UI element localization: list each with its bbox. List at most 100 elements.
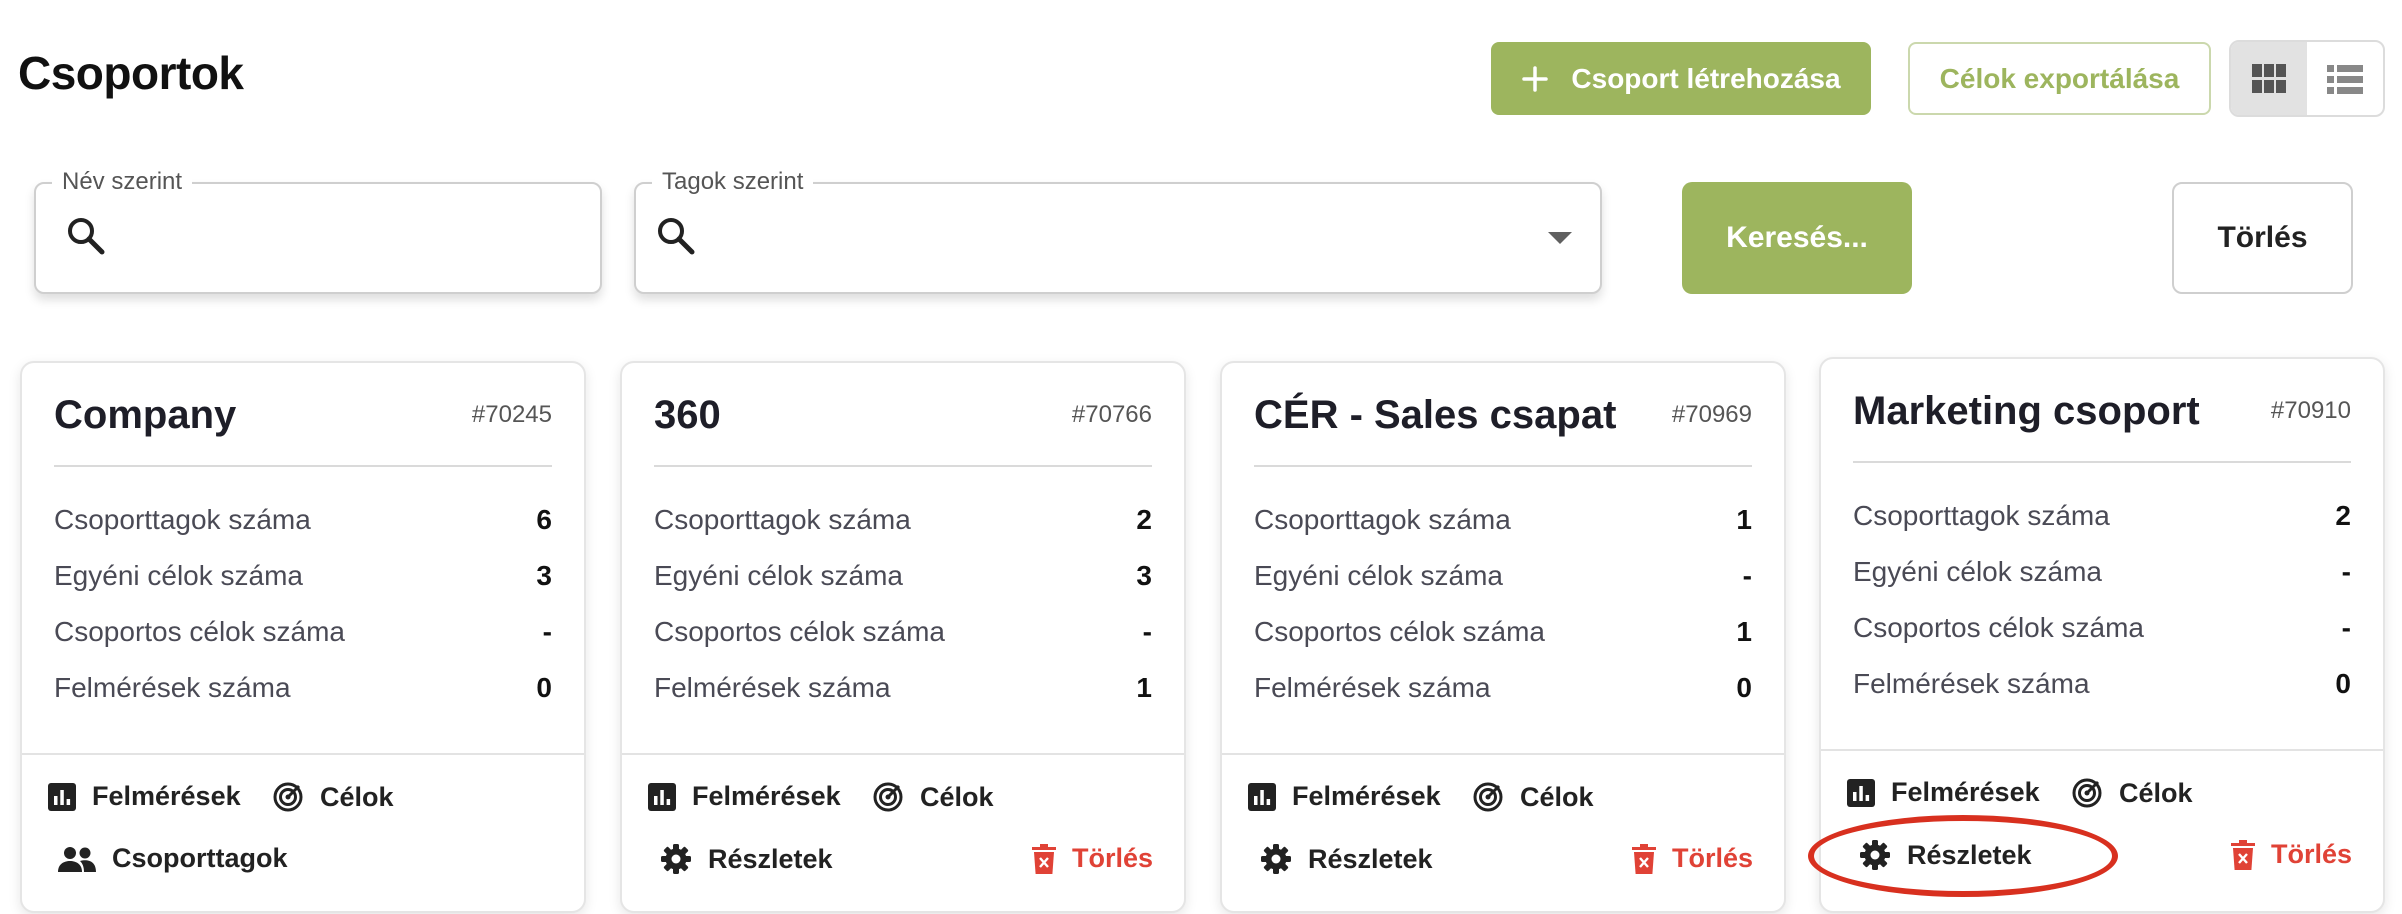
delete-link-label: Törlés (1672, 843, 1754, 873)
details-link[interactable]: Részletek (1859, 839, 2032, 871)
goals-link-label: Célok (320, 781, 394, 812)
stat-row-individual-goals: Egyéni célok száma - (1254, 556, 1752, 596)
card-title: CÉR - Sales csapat (1254, 393, 1617, 437)
people-icon (58, 846, 96, 872)
stat-value: 3 (1136, 560, 1152, 591)
create-group-label: Csoport létrehozása (1571, 62, 1841, 94)
members-link[interactable]: Csoporttagok (58, 843, 288, 874)
stat-label: Egyéni célok száma (54, 560, 304, 591)
stat-row-members: Csoporttagok száma 2 (1853, 496, 2351, 536)
name-filter-label: Név szerint (52, 168, 193, 196)
details-link-label: Részletek (1308, 843, 1433, 874)
stat-row-members: Csoporttagok száma 6 (54, 500, 552, 540)
list-view-button[interactable] (2307, 42, 2383, 115)
stat-row-group-goals: Csoportos célok száma 1 (1254, 612, 1752, 652)
card-id: #70910 (2270, 397, 2351, 424)
group-card: CÉR - Sales csapat #70969 Csoporttagok s… (1220, 361, 1786, 913)
card-footer-divider (22, 753, 584, 755)
stat-label: Csoporttagok száma (1254, 504, 1511, 535)
list-view-icon (2327, 64, 2363, 94)
surveys-link-label: Felmérések (692, 781, 841, 811)
stat-row-members: Csoporttagok száma 1 (1254, 500, 1752, 540)
stat-value: 2 (2335, 500, 2351, 531)
target-icon (2071, 777, 2103, 809)
stat-row-surveys: Felmérések száma 0 (1254, 668, 1752, 708)
card-id: #70766 (1071, 401, 1152, 428)
stat-value: 6 (536, 504, 552, 535)
card-divider (1254, 465, 1752, 467)
goals-link[interactable]: Célok (1472, 781, 1594, 813)
stat-value: 0 (1736, 672, 1752, 703)
stat-row-individual-goals: Egyéni célok száma 3 (654, 556, 1152, 596)
delete-link[interactable]: Törlés (2231, 839, 2352, 870)
card-divider (1853, 461, 2351, 463)
stat-value: 1 (1736, 504, 1752, 535)
stat-label: Csoportos célok száma (1853, 612, 2145, 643)
goals-link[interactable]: Célok (872, 781, 994, 813)
bar-chart-icon (48, 782, 76, 811)
stat-row-group-goals: Csoportos célok száma - (54, 612, 552, 652)
stat-row-surveys: Felmérések száma 0 (54, 668, 552, 708)
details-link[interactable]: Részletek (660, 843, 833, 875)
goals-link[interactable]: Célok (2071, 777, 2193, 809)
card-id: #70969 (1671, 401, 1752, 428)
stat-label: Felmérések száma (1254, 672, 1491, 703)
surveys-link[interactable]: Felmérések (48, 781, 241, 812)
members-filter-label: Tagok szerint (652, 168, 814, 196)
bar-chart-icon (1248, 782, 1276, 811)
goals-link-label: Célok (1520, 781, 1594, 812)
goals-link-label: Célok (2119, 777, 2193, 808)
card-footer-divider (622, 753, 1184, 755)
stat-value: 3 (536, 560, 552, 591)
stat-value: - (1142, 616, 1152, 647)
stat-row-individual-goals: Egyéni célok száma - (1853, 552, 2351, 592)
stat-value: 0 (2335, 668, 2351, 699)
group-card: Company #70245 Csoporttagok száma 6 Egyén… (20, 361, 586, 913)
card-title: Company (54, 393, 237, 437)
group-card: 360 #70766 Csoporttagok száma 2 Egyéni cé… (620, 361, 1186, 913)
stat-value: 1 (1136, 672, 1152, 703)
grid-view-icon (2252, 63, 2286, 94)
bar-chart-icon (648, 782, 676, 811)
goals-link[interactable]: Célok (272, 781, 394, 813)
card-title: 360 (654, 393, 721, 437)
surveys-link[interactable]: Felmérések (1847, 777, 2040, 808)
card-id: #70245 (471, 401, 552, 428)
stat-label: Csoporttagok száma (1853, 500, 2110, 531)
stat-label: Felmérések száma (654, 672, 891, 703)
members-filter-field[interactable]: Tagok szerint (634, 168, 1602, 294)
stat-value: 0 (536, 672, 552, 703)
trash-icon (1632, 843, 1656, 874)
delete-link-label: Törlés (2271, 839, 2353, 869)
stat-label: Csoportos célok száma (1254, 616, 1546, 647)
page-title: Csoportok (18, 47, 244, 99)
surveys-link[interactable]: Felmérések (1248, 781, 1441, 812)
gear-icon (660, 843, 692, 875)
card-footer-divider (1222, 753, 1784, 755)
create-group-button[interactable]: Csoport létrehozása (1491, 42, 1871, 115)
surveys-link[interactable]: Felmérések (648, 781, 841, 812)
grid-view-button[interactable] (2231, 42, 2307, 115)
clear-filters-button[interactable]: Törlés (2172, 182, 2353, 294)
stat-row-members: Csoporttagok száma 2 (654, 500, 1152, 540)
stat-row-surveys: Felmérések száma 1 (654, 668, 1152, 708)
stat-label: Csoporttagok száma (54, 504, 311, 535)
target-icon (1472, 781, 1504, 813)
details-link[interactable]: Részletek (1260, 843, 1433, 875)
name-filter-field[interactable]: Név szerint (34, 168, 602, 294)
stat-label: Egyéni célok száma (1254, 560, 1504, 591)
stat-row-group-goals: Csoportos célok száma - (654, 612, 1152, 652)
delete-link[interactable]: Törlés (1032, 843, 1153, 874)
delete-link[interactable]: Törlés (1632, 843, 1753, 874)
details-link-label: Részletek (1907, 839, 2032, 870)
search-button[interactable]: Keresés... (1682, 182, 1912, 294)
stat-value: - (1742, 560, 1752, 591)
view-toggle (2229, 40, 2385, 117)
members-link-label: Csoporttagok (112, 843, 288, 873)
stat-value: - (2341, 612, 2351, 643)
trash-icon (1032, 843, 1056, 874)
chevron-down-icon[interactable] (1548, 232, 1572, 244)
trash-icon (2231, 839, 2255, 870)
export-goals-button[interactable]: Célok exportálása (1908, 42, 2211, 115)
search-icon (656, 216, 696, 261)
